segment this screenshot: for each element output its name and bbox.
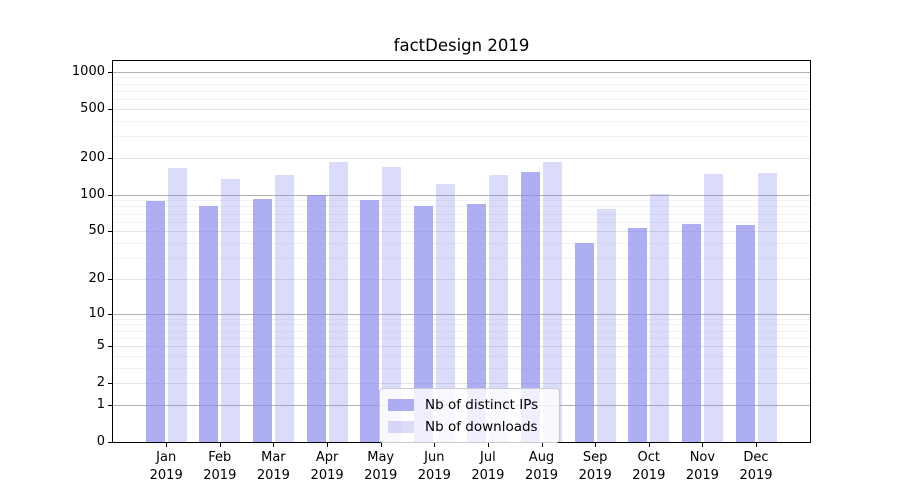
bar-distinct-ips-may	[360, 200, 379, 442]
gridline-400	[113, 121, 810, 122]
x-tick-mark-aug	[542, 443, 543, 447]
y-tick-label-50: 50	[20, 223, 105, 239]
x-tick-mark-mar	[273, 443, 274, 447]
bar-downloads-dec	[758, 173, 777, 442]
bar-distinct-ips-oct	[628, 228, 647, 442]
y-tick-mark-1	[108, 405, 112, 406]
figure: factDesign 2019 Nb of distinct IPs Nb of…	[0, 0, 900, 500]
y-tick-mark-10	[108, 314, 112, 315]
y-tick-label-1: 1	[20, 397, 105, 413]
x-tick-label-mar: Mar2019	[243, 449, 303, 484]
bar-downloads-nov	[704, 174, 723, 442]
x-tick-label-jun: Jun2019	[404, 449, 464, 484]
x-tick-mark-nov	[702, 443, 703, 447]
chart-title: factDesign 2019	[112, 36, 811, 55]
x-tick-mark-jun	[434, 443, 435, 447]
x-tick-mark-may	[381, 443, 382, 447]
x-tick-mark-jul	[488, 443, 489, 447]
gridline-500	[113, 109, 810, 110]
bar-downloads-sep	[597, 209, 616, 442]
y-tick-label-2: 2	[20, 375, 105, 391]
bar-distinct-ips-jan	[146, 201, 165, 442]
y-tick-mark-200	[108, 158, 112, 159]
legend-label-downloads: Nb of downloads	[425, 419, 538, 435]
bar-distinct-ips-sep	[575, 243, 594, 442]
x-tick-mark-oct	[649, 443, 650, 447]
y-tick-label-1000: 1000	[20, 64, 105, 80]
gridline-800	[113, 84, 810, 85]
x-tick-label-sep: Sep2019	[565, 449, 625, 484]
legend: Nb of distinct IPs Nb of downloads	[379, 388, 560, 443]
gridline-900	[113, 77, 810, 78]
x-tick-mark-sep	[595, 443, 596, 447]
bar-distinct-ips-apr	[307, 195, 326, 442]
x-tick-label-feb: Feb2019	[190, 449, 250, 484]
x-tick-mark-dec	[756, 443, 757, 447]
x-tick-label-may: May2019	[351, 449, 411, 484]
gridline-1000	[113, 72, 810, 73]
y-tick-label-5: 5	[20, 338, 105, 354]
bar-downloads-mar	[275, 175, 294, 443]
bar-distinct-ips-dec	[736, 225, 755, 442]
y-tick-mark-20	[108, 279, 112, 280]
x-tick-mark-jan	[166, 443, 167, 447]
y-tick-mark-5	[108, 346, 112, 347]
x-tick-label-oct: Oct2019	[619, 449, 679, 484]
plot-area: Nb of distinct IPs Nb of downloads	[112, 60, 811, 443]
y-tick-label-20: 20	[20, 271, 105, 287]
y-tick-label-100: 100	[20, 187, 105, 203]
y-tick-mark-50	[108, 231, 112, 232]
bar-downloads-apr	[329, 162, 348, 442]
x-tick-mark-apr	[327, 443, 328, 447]
legend-swatch-downloads	[388, 421, 414, 433]
y-tick-mark-2	[108, 383, 112, 384]
gridline-700	[113, 91, 810, 92]
gridline-200	[113, 158, 810, 159]
x-tick-label-jul: Jul2019	[458, 449, 518, 484]
bar-distinct-ips-feb	[199, 206, 218, 442]
bar-downloads-jan	[168, 168, 187, 442]
bar-downloads-feb	[221, 179, 240, 442]
bar-downloads-oct	[650, 194, 669, 442]
y-tick-mark-100	[108, 195, 112, 196]
legend-swatch-distinct-ips	[388, 399, 414, 411]
x-tick-label-apr: Apr2019	[297, 449, 357, 484]
y-tick-label-0: 0	[20, 434, 105, 450]
y-tick-label-10: 10	[20, 306, 105, 322]
legend-label-distinct-ips: Nb of distinct IPs	[425, 397, 538, 413]
gridline-600	[113, 99, 810, 100]
x-tick-label-aug: Aug2019	[512, 449, 572, 484]
bar-distinct-ips-mar	[253, 199, 272, 443]
x-tick-mark-feb	[220, 443, 221, 447]
x-tick-label-nov: Nov2019	[672, 449, 732, 484]
y-tick-mark-500	[108, 109, 112, 110]
x-tick-label-dec: Dec2019	[726, 449, 786, 484]
legend-item-downloads: Nb of downloads	[388, 417, 551, 436]
legend-item-distinct-ips: Nb of distinct IPs	[388, 395, 551, 414]
y-tick-label-500: 500	[20, 101, 105, 117]
y-tick-label-200: 200	[20, 150, 105, 166]
bar-distinct-ips-nov	[682, 224, 701, 442]
gridline-300	[113, 136, 810, 137]
y-tick-mark-0	[108, 442, 112, 443]
y-tick-mark-1000	[108, 72, 112, 73]
x-tick-label-jan: Jan2019	[136, 449, 196, 484]
